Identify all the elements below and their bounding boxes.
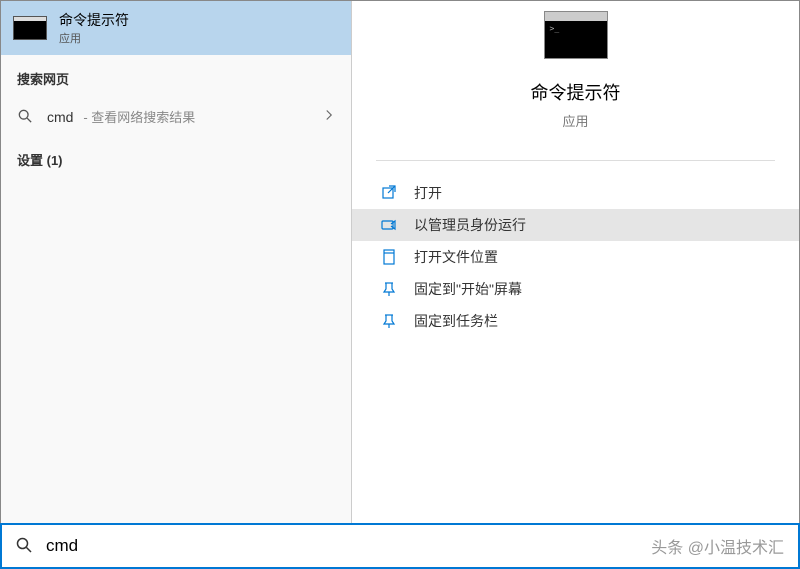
detail-panel: 命令提示符 应用 打开 xyxy=(352,1,799,523)
best-match-title: 命令提示符 xyxy=(59,10,129,30)
open-icon xyxy=(380,184,398,202)
chevron-right-icon xyxy=(323,108,335,124)
action-open-file-location[interactable]: 打开文件位置 xyxy=(352,241,799,273)
action-open[interactable]: 打开 xyxy=(352,177,799,209)
pin-taskbar-icon xyxy=(380,312,398,330)
cmd-icon xyxy=(13,16,47,40)
best-match-subtitle: 应用 xyxy=(59,30,129,46)
action-label: 以管理员身份运行 xyxy=(414,215,526,235)
left-results-panel: 命令提示符 应用 搜索网页 cmd - 查看网络搜索结果 设置 (1) xyxy=(1,1,352,523)
detail-header: 命令提示符 应用 xyxy=(352,1,799,160)
pin-start-icon xyxy=(380,280,398,298)
search-input[interactable] xyxy=(46,536,651,556)
search-icon xyxy=(17,108,33,124)
settings-section-header: 设置 (1) xyxy=(1,136,351,177)
action-label: 打开文件位置 xyxy=(414,247,498,267)
folder-icon xyxy=(380,248,398,266)
detail-cmd-icon xyxy=(544,11,608,59)
web-result-subtext: - 查看网络搜索结果 xyxy=(83,110,195,125)
watermark-text: 头条 @小温技术汇 xyxy=(651,534,784,558)
detail-subtitle: 应用 xyxy=(562,111,588,130)
web-section-header: 搜索网页 xyxy=(1,55,351,96)
web-result-text: cmd - 查看网络搜索结果 xyxy=(47,107,323,126)
action-label: 打开 xyxy=(414,183,442,203)
web-result-query: cmd xyxy=(47,109,73,125)
search-icon xyxy=(16,537,34,555)
best-match-item[interactable]: 命令提示符 应用 xyxy=(1,1,351,55)
action-pin-taskbar[interactable]: 固定到任务栏 xyxy=(352,305,799,337)
web-search-result[interactable]: cmd - 查看网络搜索结果 xyxy=(1,96,351,136)
action-pin-start[interactable]: 固定到"开始"屏幕 xyxy=(352,273,799,305)
action-list: 打开 以管理员身份运行 打开文件位置 xyxy=(352,161,799,353)
action-label: 固定到任务栏 xyxy=(414,311,498,331)
search-bar[interactable]: 头条 @小温技术汇 xyxy=(0,523,800,569)
detail-title: 命令提示符 xyxy=(531,79,621,105)
action-run-as-admin[interactable]: 以管理员身份运行 xyxy=(352,209,799,241)
best-match-text: 命令提示符 应用 xyxy=(59,10,129,46)
admin-icon xyxy=(380,216,398,234)
action-label: 固定到"开始"屏幕 xyxy=(414,279,522,299)
